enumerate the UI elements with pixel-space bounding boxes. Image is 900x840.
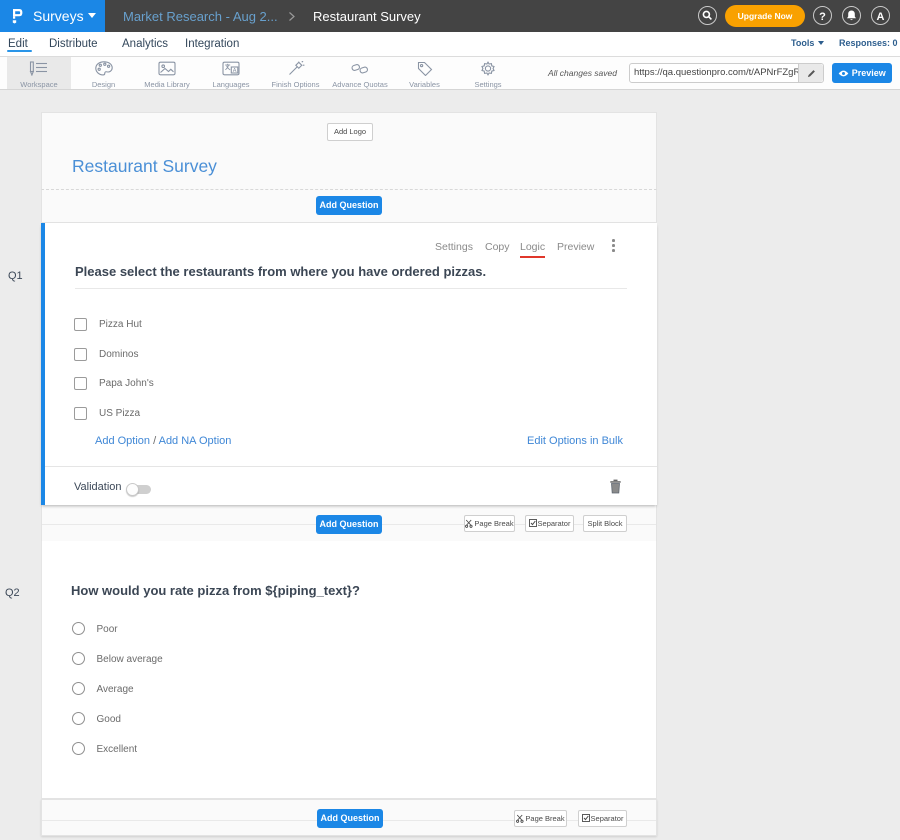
svg-text:A: A	[233, 68, 237, 74]
